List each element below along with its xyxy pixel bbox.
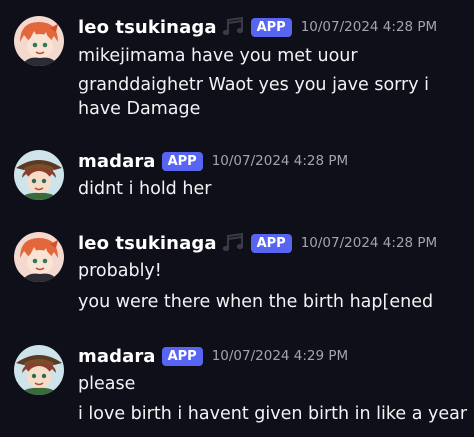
app-badge: APP xyxy=(250,17,292,37)
message-line: have Damage xyxy=(78,99,201,119)
music-notes-icon xyxy=(221,233,245,253)
app-badge: APP xyxy=(161,151,203,171)
message-line: you were there when the birth hap[ened xyxy=(78,292,434,312)
timestamp: 10/07/2024 4:28 PM xyxy=(211,153,349,169)
message-header: leo tsukinaga APP 10/07/2024 4:28 PM xyxy=(78,14,437,40)
message-line: mikejimama have you met uour xyxy=(78,46,358,66)
timestamp: 10/07/2024 4:28 PM xyxy=(300,19,438,35)
message-header: madara APP 10/07/2024 4:28 PM xyxy=(78,148,348,174)
chat-message-list: leo tsukinaga APP 10/07/2024 4:28 PM mik… xyxy=(0,0,474,437)
message-line: probably! xyxy=(78,261,162,281)
avatar[interactable] xyxy=(14,345,64,395)
username[interactable]: leo tsukinaga xyxy=(78,233,217,254)
avatar[interactable] xyxy=(14,150,64,200)
message-line: i love birth i havent given birth in lik… xyxy=(78,404,468,424)
username[interactable]: madara xyxy=(78,151,156,172)
avatar[interactable] xyxy=(14,232,64,282)
message-header: madara APP 10/07/2024 4:29 PM xyxy=(78,343,348,369)
username[interactable]: leo tsukinaga xyxy=(78,17,217,38)
message-line: didnt i hold her xyxy=(78,179,212,199)
username[interactable]: madara xyxy=(78,346,156,367)
avatar[interactable] xyxy=(14,16,64,66)
timestamp: 10/07/2024 4:28 PM xyxy=(300,235,438,251)
app-badge: APP xyxy=(250,233,292,253)
message-header: leo tsukinaga APP 10/07/2024 4:28 PM xyxy=(78,230,437,256)
timestamp: 10/07/2024 4:29 PM xyxy=(211,348,349,364)
app-badge: APP xyxy=(161,346,203,366)
music-notes-icon xyxy=(221,17,245,37)
message-line: granddaighetr Waot yes you jave sorry i xyxy=(78,75,430,95)
message-line: please xyxy=(78,374,136,394)
